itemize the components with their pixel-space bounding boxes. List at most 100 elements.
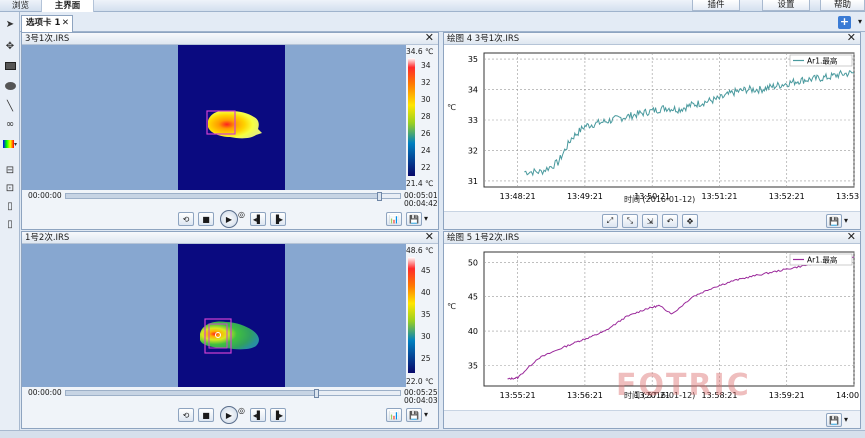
stop-icon[interactable]: ■	[198, 408, 214, 422]
cbar-tick: 22	[421, 163, 431, 172]
settings-button[interactable]: 设置	[762, 0, 810, 11]
tab-label: 选项卡 1	[26, 18, 61, 28]
plugins-button[interactable]: 插件	[692, 0, 740, 11]
loop-icon[interactable]: ⟲	[178, 212, 194, 226]
time-start-2: 00:00:00	[28, 388, 62, 397]
y-tick-label: 50	[468, 258, 478, 267]
step-back-icon[interactable]: ◂▌	[250, 408, 266, 422]
video-1-filename: 3号1次.IRS	[25, 34, 70, 44]
chart-2-tools: 💾 ▾	[444, 410, 860, 428]
video-panel-2-title: 1号2次.IRS ✕	[22, 231, 438, 244]
thermal-viewer-2[interactable]	[22, 244, 406, 387]
help-button[interactable]: 帮助	[820, 0, 865, 11]
x-tick-label: 13:51:21	[701, 192, 737, 201]
layout-tool-3-icon[interactable]: ▯	[2, 198, 18, 214]
layout-tool-4-icon[interactable]: ▯	[2, 216, 18, 232]
step-forward-icon[interactable]: ▐▸	[270, 212, 286, 226]
legend-label: Ar1.最高	[807, 56, 838, 66]
thermal-hotspot-1	[206, 110, 262, 139]
save-icon[interactable]: 💾	[826, 413, 842, 427]
playback-controls-2: ⟲ ■ ▶ ◎ ◂▌ ▐▸ 📊 💾 ▾	[22, 406, 438, 424]
zoom-box-icon[interactable]: ⇲	[642, 214, 658, 228]
loop-icon[interactable]: ⟲	[178, 408, 194, 422]
thermal-viewer-1[interactable]	[22, 45, 406, 190]
time-start-1: 00:00:00	[28, 191, 62, 200]
video-panel-1-title: 3号1次.IRS ✕	[22, 32, 438, 45]
close-panel-icon[interactable]: ✕	[847, 32, 856, 44]
y-tick-label: 45	[468, 293, 478, 302]
close-panel-icon[interactable]: ✕	[847, 231, 856, 243]
y-tick-label: 31	[468, 177, 478, 186]
y-tick-label: 33	[468, 116, 478, 125]
step-forward-icon[interactable]: ▐▸	[270, 408, 286, 422]
colorbar-max-2: 48.6 ℃	[406, 246, 434, 255]
save-dropdown-icon[interactable]: ▾	[424, 214, 428, 223]
timeline-slider-1[interactable]	[65, 192, 401, 201]
x-tick-label: 13:53:21	[836, 192, 860, 201]
chart-1-plot[interactable]: 313233343513:48:21 13:49:21 13:50:21 13:51:…	[444, 45, 860, 217]
save-icon[interactable]: 💾	[826, 214, 842, 228]
speed-icon[interactable]: ◎	[238, 210, 245, 219]
close-tab-icon[interactable]: ✕	[62, 16, 69, 31]
pointer-tool-icon[interactable]: ➤	[2, 16, 18, 32]
stop-icon[interactable]: ■	[198, 212, 214, 226]
crosshair-tool-icon[interactable]: ✥	[2, 38, 18, 54]
video-2-filename: 1号2次.IRS	[25, 233, 70, 243]
cbar-tick: 28	[421, 112, 431, 121]
timeline-fill-2	[66, 391, 317, 395]
snapshot-icon[interactable]: 📊	[386, 408, 402, 422]
zoom-x-icon[interactable]: ⤢	[602, 214, 618, 228]
menu-tab-browse[interactable]: 浏览	[0, 0, 42, 12]
colorbar-2: 48.6 ℃ 45 40 35 30 25 22.0 ℃	[406, 244, 438, 387]
video-panel-1: 3号1次.IRS ✕ 34.6 ℃ 34 32 30 28 26 24 22 2…	[21, 32, 439, 230]
snapshot-icon[interactable]: 📊	[386, 212, 402, 226]
timeline-thumb-2[interactable]	[313, 389, 319, 398]
pan-icon[interactable]: ✥	[682, 214, 698, 228]
time-current-1: 00:04:42	[404, 199, 438, 208]
chart-panel-1-title: 绘图 4 3号1次.IRS ✕	[444, 32, 860, 45]
zoom-y-icon[interactable]: ⤡	[622, 214, 638, 228]
chart-2-title: 绘图 5 1号2次.IRS	[447, 233, 520, 243]
play-icon[interactable]: ▶	[220, 406, 238, 424]
x-tick-label: 13:55:21	[500, 391, 536, 400]
timebar-1: 00:00:00 00:05:01 00:04:42	[22, 190, 438, 212]
y-tick-label: 35	[468, 55, 478, 64]
tab-dropdown-icon[interactable]: ▾	[858, 17, 862, 26]
undo-zoom-icon[interactable]: ↶	[662, 214, 678, 228]
plot-frame	[483, 251, 855, 387]
colorbar-gradient-1	[408, 58, 415, 176]
layout-tool-1-icon[interactable]: ⊟	[2, 162, 18, 178]
save-dropdown-icon[interactable]: ▾	[844, 216, 848, 225]
palette-tool-icon[interactable]: ▾	[2, 136, 18, 152]
line-tool-icon[interactable]: ╲	[2, 98, 18, 114]
save-dropdown-icon[interactable]: ▾	[424, 410, 428, 419]
ellipse-tool-icon[interactable]	[2, 78, 18, 94]
x-tick-label: 13:52:21	[769, 192, 805, 201]
speed-icon[interactable]: ◎	[238, 406, 245, 415]
layout-tool-2-icon[interactable]: ⊡	[2, 180, 18, 196]
close-panel-icon[interactable]: ✕	[425, 32, 434, 44]
save-dropdown-icon[interactable]: ▾	[844, 415, 848, 424]
thermal-hotspot-2	[200, 318, 259, 354]
polyline-tool-icon[interactable]: ∞	[2, 116, 18, 132]
timeline-thumb-1[interactable]	[376, 192, 382, 201]
x-tick-label: 13:49:21	[567, 192, 603, 201]
timeline-slider-2[interactable]	[65, 389, 401, 398]
colorbar-1: 34.6 ℃ 34 32 30 28 26 24 22 21.4 ℃	[406, 45, 438, 190]
y-tick-label: 34	[468, 86, 478, 95]
menu-tab-main[interactable]: 主界面	[42, 0, 94, 12]
play-icon[interactable]: ▶	[220, 210, 238, 228]
add-tab-icon[interactable]: +	[838, 16, 851, 29]
timeline-fill-1	[66, 194, 380, 198]
y-tick-label: 35	[468, 361, 478, 370]
tab-1[interactable]: 选项卡 1 ✕	[21, 15, 73, 32]
save-icon[interactable]: 💾	[406, 408, 422, 422]
y-tick-label: 40	[468, 327, 478, 336]
colorbar-gradient-2	[408, 257, 415, 373]
close-panel-icon[interactable]: ✕	[425, 231, 434, 243]
step-back-icon[interactable]: ◂▌	[250, 212, 266, 226]
cbar-tick: 24	[421, 146, 431, 155]
thermal-image-2	[178, 244, 285, 387]
save-icon[interactable]: 💾	[406, 212, 422, 226]
rectangle-tool-icon[interactable]	[2, 58, 18, 74]
